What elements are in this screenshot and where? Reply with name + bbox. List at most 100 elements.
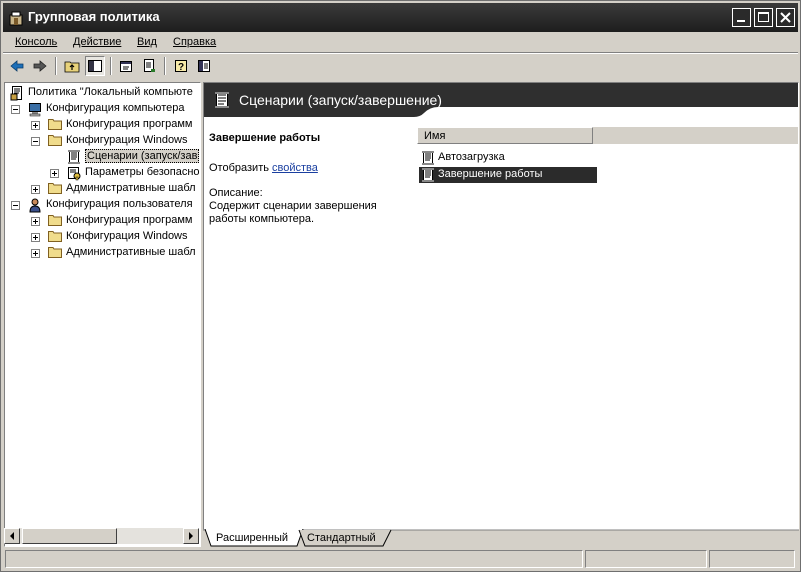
console-tree-icon xyxy=(88,60,102,72)
folder-icon xyxy=(47,181,63,198)
tree-item[interactable]: Конфигурация программ xyxy=(5,117,200,133)
arrow-right-icon xyxy=(189,532,193,540)
collapse-icon[interactable] xyxy=(11,105,20,114)
collapse-icon[interactable] xyxy=(31,137,40,146)
scroll-right-button[interactable] xyxy=(183,528,199,544)
tree-item-label: Административные шабл xyxy=(66,182,196,194)
tree-item[interactable]: Конфигурация пользователя xyxy=(5,197,200,213)
description-text: Содержит сценарии завершения работы комп… xyxy=(209,200,377,225)
description-label: Описание: xyxy=(209,187,263,199)
script-icon xyxy=(215,92,229,108)
tree-item[interactable]: Конфигурация компьютера xyxy=(5,101,200,117)
scroll-left-button[interactable] xyxy=(4,528,20,544)
tree-item-label: Административные шабл xyxy=(66,246,196,258)
tree-item[interactable]: Административные шабл xyxy=(5,245,200,261)
tree-item-label: Сценарии (запуск/зав xyxy=(85,149,200,163)
details-header: Сценарии (запуск/завершение) xyxy=(204,83,798,117)
expand-icon[interactable] xyxy=(31,185,40,194)
maximize-button[interactable] xyxy=(754,8,773,27)
folder-icon xyxy=(47,229,63,246)
status-pane-2 xyxy=(585,550,707,568)
action-pane-icon[interactable] xyxy=(194,56,214,76)
tree-item-label: Конфигурация программ xyxy=(66,214,193,226)
console-tree-panel: Политика "Локальный компьюте Конфигурация… xyxy=(4,82,201,547)
collapse-icon[interactable] xyxy=(11,201,20,210)
expand-icon[interactable] xyxy=(31,121,40,130)
toolbar-separator xyxy=(164,57,166,75)
folder-icon xyxy=(47,213,63,230)
menu-view[interactable]: Вид xyxy=(137,36,157,48)
forward-arrow-icon[interactable] xyxy=(30,56,50,76)
minimize-icon xyxy=(737,20,745,22)
properties-icon[interactable] xyxy=(116,56,136,76)
up-level-icon[interactable] xyxy=(62,56,82,76)
folder-icon xyxy=(47,245,63,262)
tree-item[interactable]: Параметры безопасно xyxy=(5,165,200,181)
menu-bar: Консоль Действие Вид Справка xyxy=(3,32,798,52)
show-hide-tree-button[interactable] xyxy=(85,56,105,76)
tree-item-label: Параметры безопасно xyxy=(85,166,200,178)
tree-item[interactable]: Политика "Локальный компьюте xyxy=(5,85,200,101)
description-pane: Завершение работы Отобразить свойства Оп… xyxy=(204,117,409,529)
scroll-thumb[interactable] xyxy=(22,528,117,544)
tab-extended[interactable]: Расширенный xyxy=(216,532,288,544)
list-column-header: Имя xyxy=(417,127,798,144)
expand-icon[interactable] xyxy=(31,249,40,258)
tabs-shape xyxy=(203,529,799,547)
expand-icon[interactable] xyxy=(31,217,40,226)
tree-item-label: Конфигурация программ xyxy=(66,118,193,130)
app-icon xyxy=(9,11,23,26)
close-icon xyxy=(780,12,791,23)
close-button[interactable] xyxy=(776,8,795,27)
back-arrow-icon[interactable] xyxy=(7,56,27,76)
menu-console[interactable]: Консоль xyxy=(15,36,57,48)
menu-action[interactable]: Действие xyxy=(73,36,121,48)
maximize-icon xyxy=(758,12,769,22)
export-list-icon[interactable] xyxy=(139,56,159,76)
minimize-button[interactable] xyxy=(732,8,751,27)
tree-item[interactable]: Сценарии (запуск/зав xyxy=(5,149,200,165)
list-item-label: Автозагрузка xyxy=(438,151,505,163)
status-pane-3 xyxy=(709,550,795,568)
window-title: Групповая политика xyxy=(28,9,160,24)
list-item[interactable]: Завершение работы xyxy=(419,167,597,183)
tree-item-label: Конфигурация Windows xyxy=(66,134,188,146)
view-tabs: Расширенный Стандартный xyxy=(203,529,799,547)
column-name-label: Имя xyxy=(424,130,446,142)
show-properties-line: Отобразить свойства xyxy=(209,162,318,174)
arrow-left-icon xyxy=(10,532,14,540)
tree-item-label: Конфигурация Windows xyxy=(66,230,188,242)
svg-text:?: ? xyxy=(178,62,184,73)
header-tab-shape xyxy=(402,107,798,117)
toolbar: ? xyxy=(3,54,798,78)
main-window: Групповая политика Консоль Действие Вид … xyxy=(0,0,801,572)
expand-icon[interactable] xyxy=(31,233,40,242)
items-list: Имя Автозагрузка Завершение работы xyxy=(409,117,798,529)
tree-item[interactable]: Конфигурация Windows xyxy=(5,133,200,149)
title-bar[interactable]: Групповая политика xyxy=(3,3,798,32)
tree-horizontal-scrollbar[interactable] xyxy=(4,528,199,544)
folder-icon xyxy=(47,133,63,150)
folder-icon xyxy=(47,117,63,134)
details-panel: Сценарии (запуск/завершение) Завершение … xyxy=(203,82,799,530)
column-name-header[interactable]: Имя xyxy=(417,127,593,144)
expand-icon[interactable] xyxy=(50,169,59,178)
tab-standard[interactable]: Стандартный xyxy=(307,532,376,544)
list-item[interactable]: Автозагрузка xyxy=(419,150,539,166)
menu-help[interactable]: Справка xyxy=(173,36,216,48)
tree-item[interactable]: Конфигурация программ xyxy=(5,213,200,229)
description-title: Завершение работы xyxy=(209,132,321,144)
list-item-label: Завершение работы xyxy=(438,168,543,180)
script-icon xyxy=(420,167,436,186)
tree-item-label: Конфигурация компьютера xyxy=(46,102,185,114)
status-bar xyxy=(3,548,798,570)
tree-item-label: Политика "Локальный компьюте xyxy=(28,86,193,98)
status-pane-main xyxy=(5,550,583,568)
tree-item[interactable]: Административные шабл xyxy=(5,181,200,197)
properties-link[interactable]: свойства xyxy=(272,162,318,174)
tree-item[interactable]: Конфигурация Windows xyxy=(5,229,200,245)
tree-item-label: Конфигурация пользователя xyxy=(46,198,193,210)
show-prefix: Отобразить xyxy=(209,162,273,174)
toolbar-separator xyxy=(110,57,112,75)
help-icon[interactable]: ? xyxy=(171,56,191,76)
